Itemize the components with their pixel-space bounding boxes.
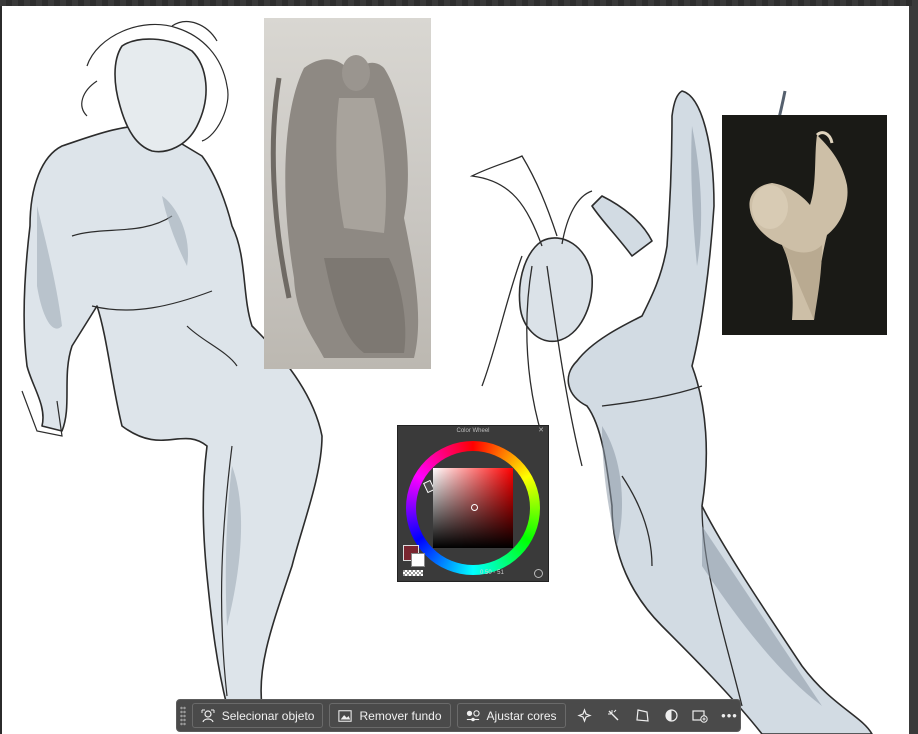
add-layer-icon	[692, 710, 709, 723]
more-icon: •••	[721, 708, 738, 723]
reference-photo-dancer-statue[interactable]	[722, 115, 887, 335]
add-layer-button[interactable]	[690, 703, 711, 728]
remove-background-icon	[338, 709, 353, 723]
background-color-swatch[interactable]	[411, 553, 425, 567]
color-wheel-title: Color Wheel	[456, 428, 490, 434]
dancer-statue-image	[749, 131, 848, 320]
color-mode-icon[interactable]	[534, 569, 543, 578]
adjust-colors-button[interactable]: Ajustar cores	[456, 703, 566, 728]
adjust-colors-icon	[466, 709, 480, 723]
contextual-task-bar: Selecionar objeto Remover fundo Ajustar …	[176, 699, 741, 732]
right-panel-edge	[909, 6, 918, 734]
drag-handle-icon[interactable]	[180, 705, 186, 726]
select-subject-button[interactable]: Selecionar objeto	[191, 703, 324, 728]
selection-brush-button[interactable]	[603, 703, 624, 728]
color-wheel-panel[interactable]: Color Wheel ✕ 0 50 ◦ 51	[397, 425, 549, 582]
remove-background-label: Remover fundo	[359, 708, 442, 723]
transform-icon	[636, 709, 649, 722]
adjust-colors-label: Ajustar cores	[486, 708, 557, 723]
drawing-canvas[interactable]: Color Wheel ✕ 0 50 ◦ 51 Selecionar objet…	[2, 6, 909, 734]
mask-button[interactable]	[661, 703, 682, 728]
generative-fill-icon	[576, 708, 592, 723]
close-icon[interactable]: ✕	[537, 427, 545, 435]
selection-brush-icon	[607, 709, 619, 721]
saturation-value-square[interactable]	[433, 468, 513, 548]
more-options-button[interactable]: •••	[719, 703, 740, 728]
color-values-readout: 0 50 ◦ 51	[480, 570, 504, 576]
transparent-color-icon[interactable]	[403, 570, 423, 576]
generative-fill-button[interactable]	[574, 703, 595, 728]
select-subject-label: Selecionar objeto	[221, 708, 315, 723]
remove-background-button[interactable]: Remover fundo	[329, 703, 451, 728]
transform-button[interactable]	[632, 703, 653, 728]
mask-icon	[665, 709, 678, 722]
sv-marker[interactable]	[471, 504, 478, 511]
select-subject-icon	[201, 709, 215, 723]
